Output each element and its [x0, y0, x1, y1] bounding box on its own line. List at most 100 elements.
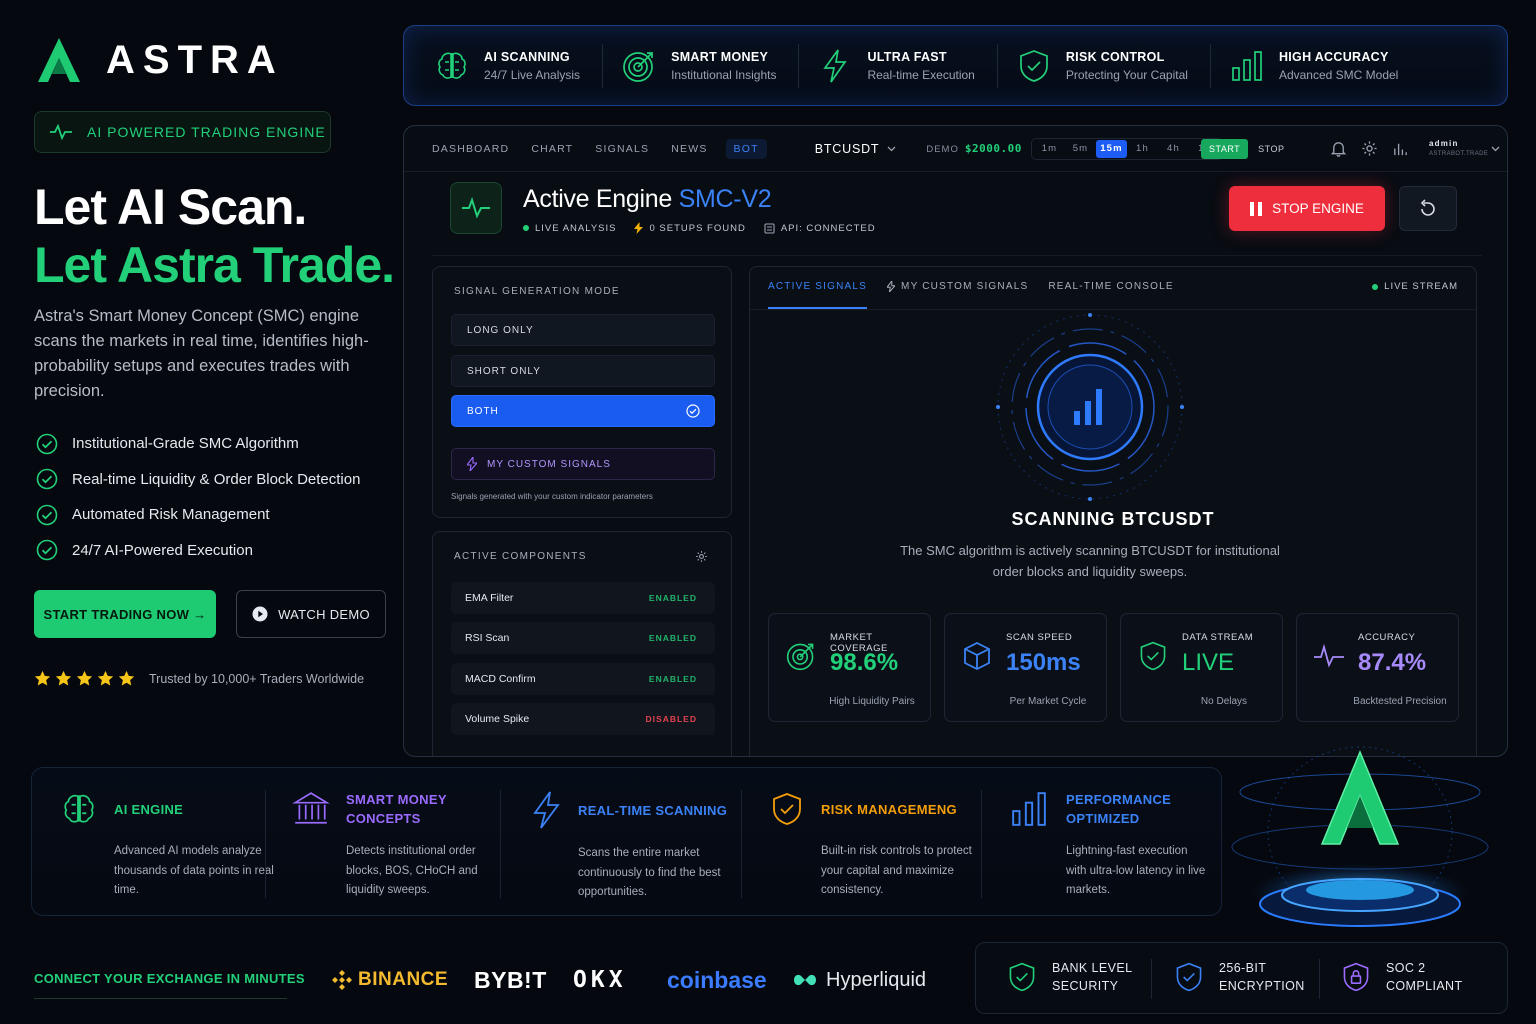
top-nav: DASHBOARD CHART SIGNALS NEWS BOT BTCUSDT… [404, 126, 1507, 172]
play-icon [252, 606, 268, 622]
tab-my-custom-signals[interactable]: MY CUSTOM SIGNALS [887, 281, 1028, 309]
check-circle-icon [36, 468, 58, 490]
nav-news[interactable]: NEWS [671, 143, 707, 155]
bank-icon [292, 792, 330, 824]
brand-name: ASTRA [106, 37, 284, 82]
binance-logo-icon [332, 970, 352, 990]
panel-title: SIGNAL GENERATION MODE [454, 286, 620, 297]
gear-icon[interactable] [1361, 140, 1378, 157]
watch-demo-button[interactable]: WATCH DEMO [236, 590, 386, 638]
exchange-binance[interactable]: BINANCE [330, 964, 448, 996]
divider [981, 790, 982, 898]
exchange-coinbase[interactable]: coinbase [667, 964, 767, 996]
feature-risk-control: RISK CONTROL Protecting Your Capital [1016, 43, 1211, 88]
app-window: DASHBOARD CHART SIGNALS NEWS BOT BTCUSDT… [403, 125, 1508, 757]
start-trading-button[interactable]: START TRADING NOW → [34, 590, 216, 638]
stat-data-stream: DATA STREAM LIVE No Delays [1120, 613, 1283, 722]
badge-text: AI POWERED TRADING ENGINE [87, 124, 326, 140]
live-dot-icon [1372, 283, 1379, 290]
bar-chart-icon [1012, 792, 1046, 826]
check-circle-icon [36, 539, 58, 561]
chart-icon[interactable] [1392, 140, 1409, 157]
ai-badge: AI POWERED TRADING ENGINE [34, 111, 331, 153]
tab-active-signals[interactable]: ACTIVE SIGNALS [768, 281, 868, 309]
star-icon [76, 670, 93, 686]
exchange-okx[interactable]: OKX [573, 964, 627, 996]
feature-checklist: Institutional-Grade SMC Algorithm Real-t… [36, 426, 360, 568]
shield-check-icon [1176, 962, 1202, 992]
checklist-item: Real-time Liquidity & Order Block Detect… [36, 462, 360, 498]
setups-status: 0 SETUPS FOUND [634, 222, 745, 234]
shield-check-icon [1009, 962, 1035, 992]
mode-short-only[interactable]: SHORT ONLY [451, 355, 715, 387]
security-badges: BANK LEVEL SECURITY 256-BIT ENCRYPTION SOC… [975, 942, 1508, 1014]
stop-engine-button[interactable]: STOP ENGINE [1229, 186, 1385, 231]
engine-icon [450, 182, 502, 234]
scan-title: SCANNING BTCUSDT [1011, 509, 1215, 529]
engine-title: Active Engine SMC-V2 [523, 185, 772, 213]
status-badge: ENABLED [648, 633, 697, 643]
chevron-down-icon[interactable] [1491, 146, 1500, 152]
check-circle-icon [36, 504, 58, 526]
feature-ai-scanning: AI SCANNING 24/7 Live Analysis [434, 43, 604, 88]
timeframe-selector: 1m 5m 15m 1h 4h 1d [1031, 138, 1223, 160]
mode-both[interactable]: BOTH [451, 395, 715, 427]
pulse-icon [50, 124, 72, 140]
shield-check-icon [1020, 49, 1048, 82]
bottom-features: AI ENGINE Advanced AI models analyze tho… [31, 767, 1222, 916]
nav-dashboard[interactable]: DASHBOARD [432, 143, 509, 155]
status-badge: DISABLED [645, 714, 697, 724]
component-volume-spike[interactable]: Volume Spike DISABLED [451, 703, 715, 735]
nav-bot[interactable]: BOT [725, 138, 767, 159]
gear-icon[interactable] [695, 550, 708, 563]
shield-check-icon [773, 793, 801, 825]
stop-button[interactable]: STOP [1250, 139, 1292, 159]
bot-controls: START STOP [1201, 139, 1293, 159]
feature-performance-optimized: PERFORMANCE OPTIMIZED Lightning-fast exe… [1010, 790, 1210, 898]
component-macd-confirm[interactable]: MACD Confirm ENABLED [451, 663, 715, 695]
lightning-icon [887, 281, 896, 292]
component-rsi-scan[interactable]: RSI Scan ENABLED [451, 622, 715, 654]
radar-scanner-icon [996, 313, 1184, 501]
nav-signals[interactable]: SIGNALS [595, 143, 649, 155]
timeframe-1h[interactable]: 1h [1127, 140, 1158, 158]
exchange-underline [34, 998, 287, 999]
security-soc2: SOC 2 COMPLIANT [1340, 959, 1463, 995]
checklist-item: Automated Risk Management [36, 497, 360, 533]
stat-market-coverage: MARKET COVERAGE 98.6% High Liquidity Pai… [768, 613, 931, 722]
exchange-bybit[interactable]: BYB!T [474, 964, 547, 996]
target-icon [786, 643, 814, 671]
mode-long-only[interactable]: LONG ONLY [451, 314, 715, 346]
scan-description: The SMC algorithm is actively scanning B… [900, 543, 1280, 579]
divider [1151, 959, 1152, 999]
live-analysis-status: LIVE ANALYSIS [523, 223, 616, 234]
divider [1319, 959, 1320, 999]
feature-smart-money-concepts: SMART MONEY CONCEPTS Detects institution… [292, 790, 507, 898]
tab-real-time-console[interactable]: REAL-TIME CONSOLE [1048, 281, 1173, 309]
engine-header: Active Engine SMC-V2 LIVE ANALYSIS 0 SET… [432, 170, 1482, 256]
brand-logo[interactable]: ASTRA [36, 36, 284, 84]
timeframe-1m[interactable]: 1m [1034, 140, 1065, 158]
bell-icon[interactable] [1330, 140, 1347, 157]
timeframe-4h[interactable]: 4h [1158, 140, 1189, 158]
security-encryption: 256-BIT ENCRYPTION [1173, 959, 1305, 995]
user-menu[interactable]: admin ASTRABOT.TRADE [1429, 139, 1488, 159]
nav-chart[interactable]: CHART [531, 143, 573, 155]
feature-risk-management: RISK MANAGEMENG Built-in risk controls t… [769, 790, 984, 898]
lightning-icon [634, 222, 644, 234]
status-badge: ENABLED [648, 674, 697, 684]
component-ema-filter[interactable]: EMA Filter ENABLED [451, 582, 715, 614]
signals-panel: ACTIVE SIGNALS MY CUSTOM SIGNALS REAL-TI… [749, 266, 1477, 756]
pair-selector[interactable]: BTCUSDT [815, 142, 897, 156]
check-circle-icon [686, 404, 700, 418]
exchange-hyperliquid[interactable]: Hyperliquid [792, 964, 926, 996]
panel-title: ACTIVE COMPONENTS [454, 551, 587, 562]
my-custom-signals-button[interactable]: MY CUSTOM SIGNALS [451, 448, 715, 480]
refresh-button[interactable] [1399, 186, 1457, 231]
start-button[interactable]: START [1201, 139, 1249, 159]
feature-ai-engine: AI ENGINE Advanced AI models analyze tho… [60, 790, 274, 898]
live-stream-indicator: LIVE STREAM [1372, 281, 1458, 292]
timeframe-15m[interactable]: 15m [1096, 140, 1127, 158]
timeframe-5m[interactable]: 5m [1065, 140, 1096, 158]
pulse-icon [1314, 643, 1344, 668]
